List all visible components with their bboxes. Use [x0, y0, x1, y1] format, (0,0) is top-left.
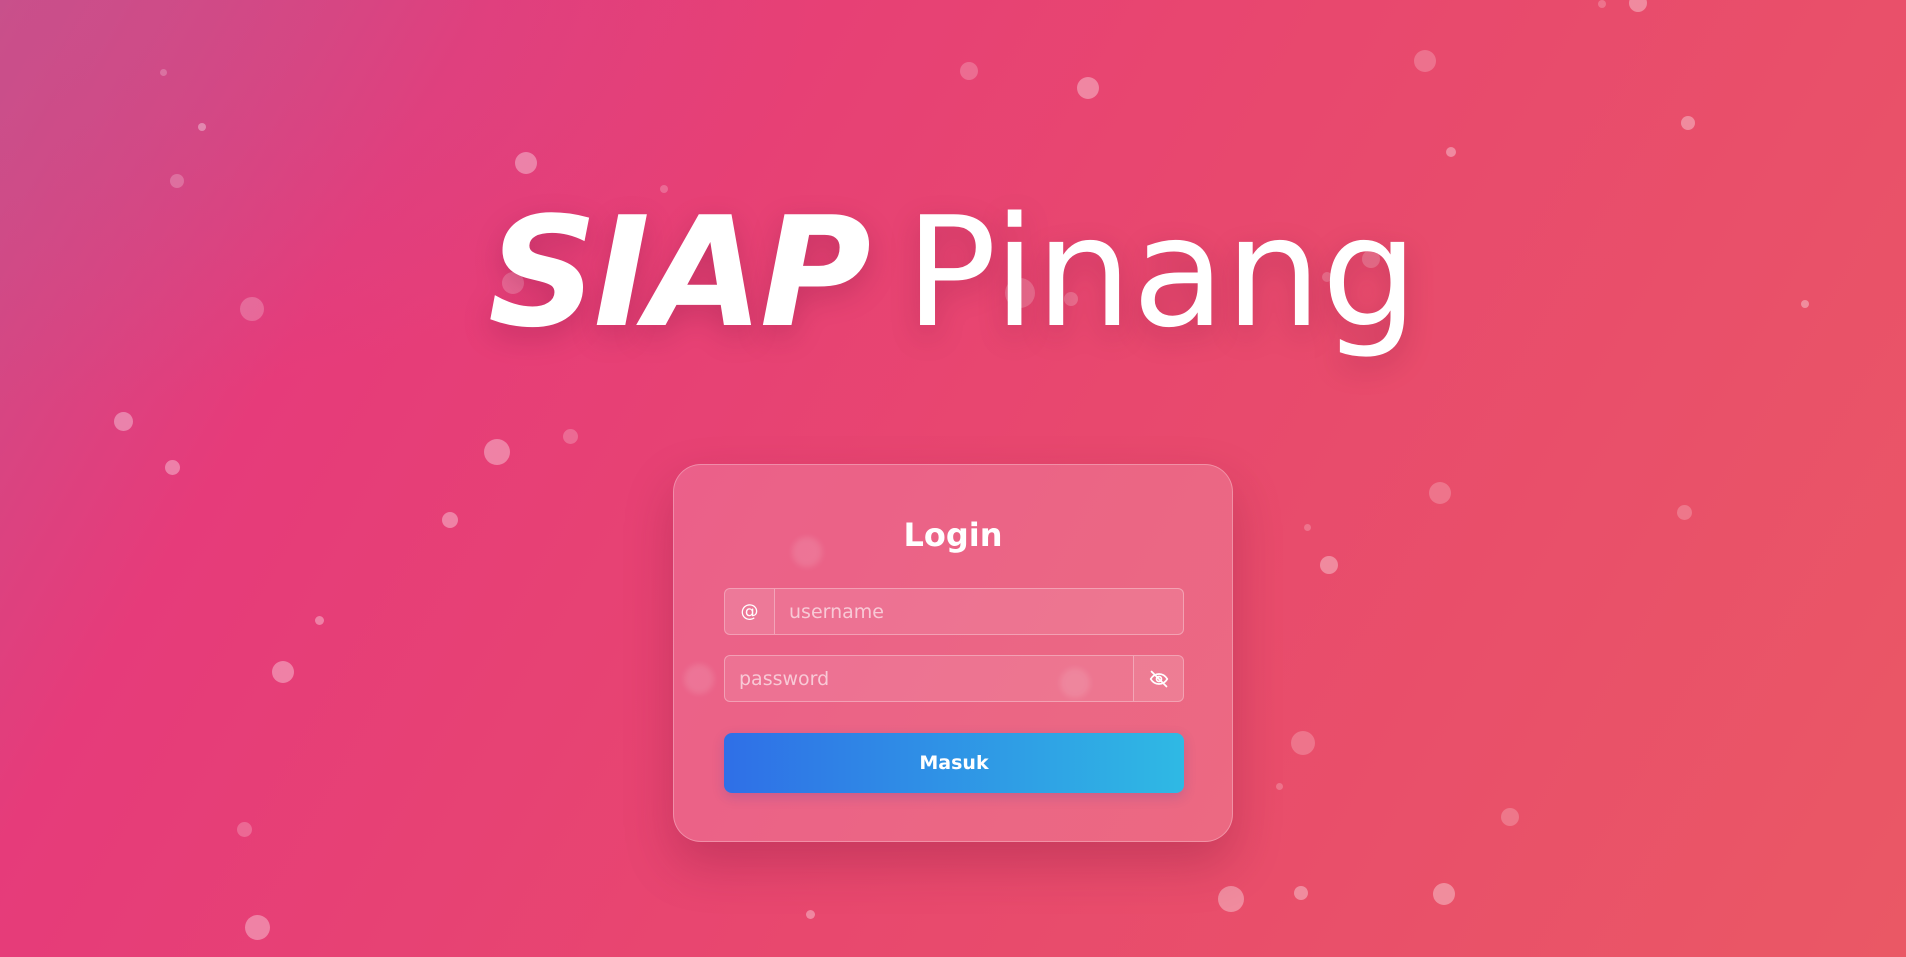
bubble [1414, 50, 1436, 72]
bubble [165, 460, 180, 475]
bubble [272, 661, 294, 683]
bubble [1501, 808, 1519, 826]
bubble [1681, 116, 1695, 130]
app-title-light: Pinang [905, 184, 1418, 361]
at-sign-icon: @ [725, 589, 775, 634]
submit-button[interactable]: Masuk [724, 733, 1184, 793]
bubble [960, 62, 978, 80]
password-field [724, 655, 1184, 702]
login-title: Login [903, 516, 1003, 554]
bubble [1320, 556, 1338, 574]
password-input[interactable] [725, 656, 1133, 701]
bubble [563, 429, 578, 444]
bubble [484, 439, 510, 465]
toggle-password-visibility-button[interactable] [1133, 656, 1183, 701]
bubble [1629, 0, 1647, 12]
username-input[interactable] [775, 589, 1183, 634]
bubble [1077, 77, 1099, 99]
bubble [1433, 883, 1455, 905]
bubble [198, 123, 206, 131]
bubble [1291, 731, 1315, 755]
username-field: @ [724, 588, 1184, 635]
bubble [1276, 783, 1283, 790]
bubble [315, 616, 324, 625]
bubble [237, 822, 252, 837]
bubble [1294, 886, 1308, 900]
bubble [170, 174, 184, 188]
bubble [1218, 886, 1244, 912]
bubble [1304, 524, 1311, 531]
bubble [245, 915, 270, 940]
bubble [160, 69, 167, 76]
bubble [1598, 0, 1606, 8]
bubble [515, 152, 537, 174]
bubble [806, 910, 815, 919]
app-title: SIAP Pinang [0, 188, 1906, 358]
app-title-bold: SIAP [488, 184, 871, 361]
bubble [1677, 505, 1692, 520]
bubble [1429, 482, 1451, 504]
login-card: Login @ Masuk [673, 464, 1233, 842]
bubble [442, 512, 458, 528]
eye-slash-icon [1149, 670, 1168, 687]
bubble [1446, 147, 1456, 157]
bubble [114, 412, 133, 431]
